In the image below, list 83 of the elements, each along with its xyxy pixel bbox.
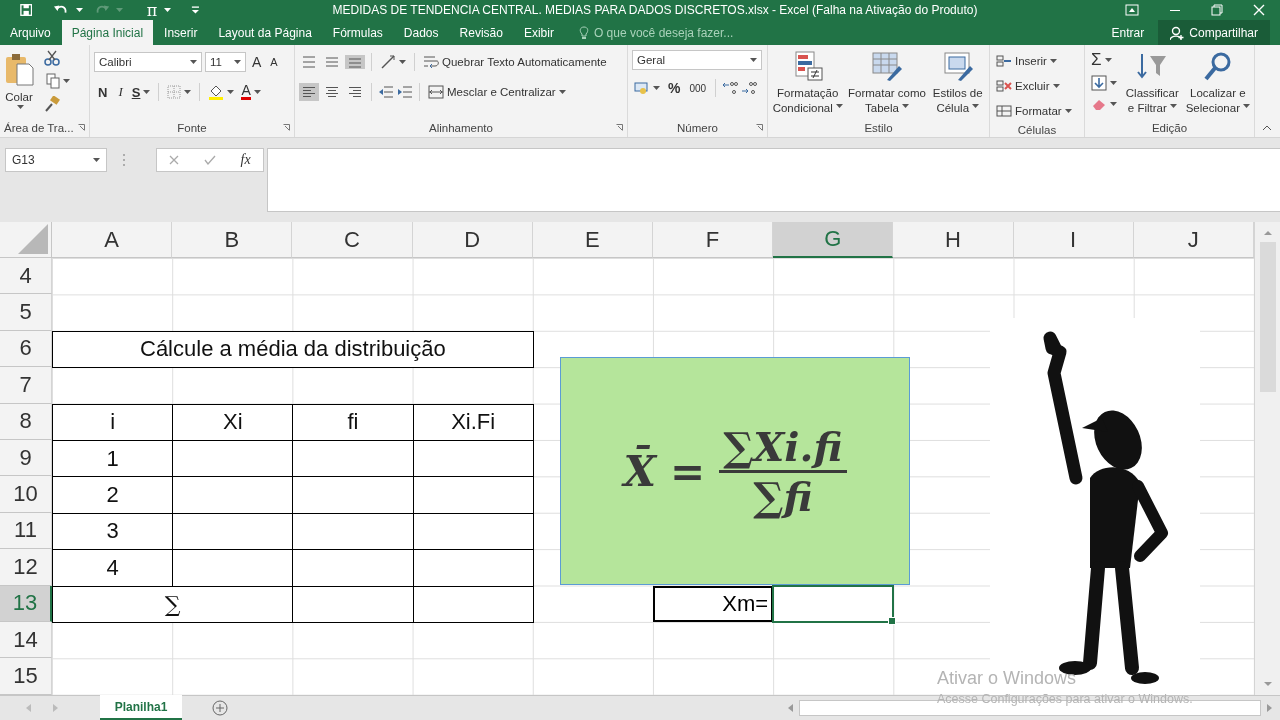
- cells-button[interactable]: Formatar: [994, 100, 1074, 122]
- column-header[interactable]: H: [893, 222, 1014, 258]
- shrink-font-control[interactable]: A: [267, 56, 281, 68]
- column-header[interactable]: B: [172, 222, 293, 258]
- column-header[interactable]: J: [1133, 222, 1254, 258]
- ribbon-tab[interactable]: Arquivo: [0, 20, 61, 45]
- name-box[interactable]: G13: [5, 148, 107, 172]
- sheet-tab[interactable]: Planilha1: [100, 695, 182, 720]
- font-name-field[interactable]: Calibri: [94, 52, 202, 72]
- number-format-field[interactable]: Geral: [632, 50, 762, 70]
- column-heading: fi: [292, 403, 414, 441]
- column-heading: i: [52, 403, 174, 441]
- formula-variable: X̄: [623, 446, 656, 496]
- cells-button[interactable]: Inserir: [994, 50, 1074, 72]
- group-label: Edição: [1151, 122, 1188, 134]
- group-label: Área de Tra...: [4, 122, 74, 134]
- group-label: Número: [677, 122, 718, 134]
- row-header[interactable]: 6: [0, 330, 52, 368]
- row-header[interactable]: 11: [0, 512, 52, 550]
- sign-in-link[interactable]: Entrar: [1097, 20, 1159, 45]
- row-header[interactable]: 9: [0, 439, 52, 477]
- table-cell: 2: [52, 476, 174, 514]
- row-header[interactable]: 10: [0, 476, 52, 513]
- activation-message: Acesse Configurações para ativar o Windows.: [937, 692, 1193, 706]
- style-button[interactable]: Estilos de Célula: [930, 50, 985, 119]
- sum-symbol: ∑: [52, 585, 294, 623]
- share-button[interactable]: Compartilhar: [1158, 20, 1270, 45]
- row-header[interactable]: 12: [0, 549, 52, 586]
- group-label: Alinhamento: [429, 122, 493, 134]
- table-cell: 4: [52, 549, 174, 587]
- row-header[interactable]: 7: [0, 367, 52, 404]
- column-header[interactable]: C: [292, 222, 413, 258]
- grow-font-control[interactable]: A: [249, 54, 265, 70]
- column-heading: Xi: [172, 403, 294, 441]
- wrap-text-button[interactable]: Quebrar Texto Automaticamente: [421, 54, 609, 70]
- row-header[interactable]: 4: [0, 258, 52, 295]
- thousands-control[interactable]: 000: [686, 82, 710, 94]
- equals-sign: =: [670, 446, 706, 496]
- window-title: MEDIDAS DE TENDENCIA CENTRAL. MEDIAS PARA DADOS DISCRETOS.xlsx - Excel (Falha na Ativação do Produto): [331, 3, 979, 17]
- bold-control[interactable]: N: [94, 84, 112, 100]
- result-label: Xm=: [652, 585, 774, 622]
- tell-me-field[interactable]: O que você deseja fazer...: [593, 25, 734, 40]
- row-header[interactable]: 5: [0, 294, 52, 331]
- equation-button[interactable]: π: [146, 0, 158, 20]
- ribbon-tab[interactable]: Dados: [393, 20, 449, 45]
- group-label: Estilo: [864, 122, 893, 134]
- formula-numerator: ∑Xi.fi: [722, 422, 844, 470]
- font-color-button[interactable]: A: [239, 83, 263, 101]
- group-label: Células: [1017, 123, 1057, 136]
- paste-button[interactable]: Colar: [4, 50, 34, 119]
- style-button[interactable]: Formatar como Tabela: [847, 50, 927, 119]
- activation-title: Ativar o Windows: [937, 668, 1078, 689]
- column-header[interactable]: A: [52, 222, 173, 258]
- cells-button[interactable]: Excluir: [994, 75, 1074, 97]
- merge-center-button[interactable]: Mesclar e Centralizar: [426, 84, 568, 100]
- row-header[interactable]: 14: [0, 621, 52, 659]
- percent-control[interactable]: %: [665, 80, 684, 96]
- column-header[interactable]: F: [652, 222, 774, 258]
- ribbon-tab[interactable]: Inserir: [154, 20, 208, 45]
- ribbon-tab[interactable]: Layout da Página: [208, 20, 322, 45]
- editing-button[interactable]: Classificar e Filtrar: [1123, 50, 1182, 119]
- italic-control[interactable]: I: [114, 84, 127, 100]
- column-header[interactable]: E: [532, 222, 653, 258]
- column-header[interactable]: D: [412, 222, 533, 258]
- row-header[interactable]: 8: [0, 403, 52, 440]
- ribbon-tab[interactable]: Fórmulas: [322, 20, 393, 45]
- ribbon-tab[interactable]: Exibir: [513, 20, 564, 45]
- group-label: Fonte: [177, 122, 207, 134]
- column-header[interactable]: I: [1013, 222, 1134, 258]
- column-heading: Xi.Fi: [412, 403, 534, 441]
- formula-denominator: ∑fi: [753, 472, 813, 520]
- autosum-control[interactable]: Σ: [1089, 50, 1119, 70]
- font-size-field[interactable]: 11: [205, 52, 246, 72]
- ribbon-tab[interactable]: Página Inicial: [61, 20, 154, 45]
- editing-button[interactable]: Localizar e Selecionar: [1185, 50, 1250, 119]
- row-header[interactable]: 15: [0, 658, 52, 695]
- ribbon-tab[interactable]: Revisão: [449, 20, 513, 45]
- table-title: Cálcule a média da distribuição: [52, 330, 534, 369]
- style-button[interactable]: Formatação Condicional: [772, 50, 844, 119]
- underline-control[interactable]: S: [129, 83, 153, 101]
- insert-function-control[interactable]: fx: [240, 152, 251, 168]
- row-header[interactable]: 13: [0, 585, 52, 622]
- column-header[interactable]: G: [773, 222, 894, 258]
